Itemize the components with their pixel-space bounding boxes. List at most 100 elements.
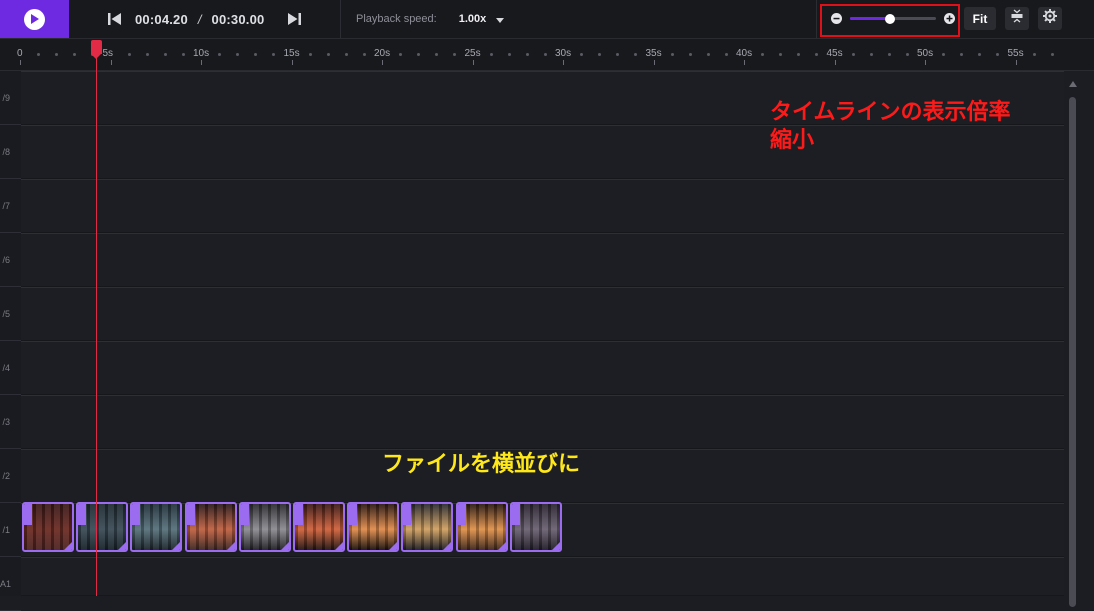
clip-trim-handle[interactable]	[24, 504, 32, 525]
track-label: /1	[2, 525, 10, 535]
media-clip[interactable]	[130, 502, 183, 552]
ruler-minor-tick	[344, 53, 348, 56]
chevron-down-icon[interactable]	[496, 10, 505, 28]
scrollbar-thumb[interactable]	[1069, 97, 1076, 607]
clip-trim-handle[interactable]	[240, 504, 249, 525]
video-track[interactable]	[21, 179, 1064, 233]
clip-corner-marker	[442, 541, 452, 550]
play-button[interactable]	[0, 0, 69, 38]
video-track[interactable]	[21, 233, 1064, 287]
ruler-minor-tick	[598, 53, 602, 56]
track-label: A1	[0, 579, 12, 589]
media-clip[interactable]	[238, 502, 291, 552]
ruler-minor-tick	[797, 53, 801, 56]
ruler-minor-tick	[55, 53, 59, 56]
clip-trim-handle[interactable]	[511, 504, 520, 525]
media-clip[interactable]	[293, 502, 345, 552]
ruler-major-tick	[110, 60, 112, 65]
current-time: 00:04.20	[135, 11, 188, 27]
track-header-divider	[0, 286, 21, 287]
ruler-major-tick	[653, 60, 655, 65]
media-clip[interactable]	[184, 502, 237, 552]
ruler-major-tick	[20, 60, 21, 65]
ruler-minor-tick	[761, 53, 765, 56]
ruler-minor-tick	[887, 53, 891, 56]
audio-track[interactable]	[21, 557, 1064, 596]
ruler-major-tick	[291, 60, 293, 65]
settings-button[interactable]	[1038, 7, 1062, 30]
track-label: /9	[2, 93, 10, 103]
ruler-minor-tick	[942, 53, 946, 56]
clip-trim-handle[interactable]	[457, 504, 466, 525]
toolbar-divider	[816, 0, 817, 38]
ruler-major-tick	[201, 60, 202, 65]
media-clip[interactable]	[76, 502, 129, 552]
media-clip[interactable]	[401, 502, 454, 552]
clips-annotation: ファイルを横並びに	[382, 451, 581, 476]
zoom-slider[interactable]	[850, 13, 936, 24]
ruler-tick-label: 40s	[736, 48, 753, 59]
scroll-up-icon[interactable]	[1069, 81, 1077, 87]
video-track[interactable]	[21, 341, 1064, 395]
ruler-minor-tick	[869, 53, 873, 56]
ruler-minor-tick	[163, 53, 167, 56]
zoom-slider-handle[interactable]	[885, 13, 896, 24]
zoom-annotation-line2: 縮小	[770, 127, 815, 152]
clip-corner-marker	[496, 541, 506, 550]
ruler-minor-tick	[308, 53, 312, 56]
track-header-divider	[0, 232, 21, 233]
ruler-minor-tick	[670, 53, 674, 56]
ruler-minor-tick	[236, 53, 240, 56]
toolbar-divider	[340, 0, 341, 38]
track-label: /4	[2, 363, 10, 373]
fit-button[interactable]: Fit	[964, 7, 996, 30]
media-clip[interactable]	[347, 502, 400, 552]
clip-trim-handle[interactable]	[349, 504, 358, 525]
track-label: /5	[2, 309, 10, 319]
ruler-tick-label: 20s	[374, 48, 391, 59]
clip-trim-handle[interactable]	[186, 504, 195, 525]
ruler-tick-label: 50s	[917, 48, 934, 59]
clip-corner-marker	[279, 541, 289, 550]
clip-trim-handle[interactable]	[78, 504, 87, 525]
clip-trim-handle[interactable]	[403, 504, 412, 525]
ruler-minor-tick	[127, 53, 131, 56]
ruler-minor-tick	[580, 53, 584, 56]
playback-speed-control[interactable]: Playback speed: 1.00x	[356, 0, 505, 38]
vertical-scrollbar[interactable]	[1066, 71, 1078, 607]
video-track[interactable]	[21, 395, 1064, 449]
ruler-minor-tick	[616, 53, 620, 56]
ruler-tick-label: 0	[17, 48, 23, 59]
clip-trim-handle[interactable]	[132, 504, 141, 525]
clip-corner-marker	[171, 541, 181, 550]
clip-corner-marker	[225, 541, 235, 550]
zoom-in-icon[interactable]	[944, 13, 955, 24]
ruler-minor-tick	[1032, 53, 1036, 56]
ruler-tick-label: 5s	[102, 48, 114, 59]
clip-trim-handle[interactable]	[295, 504, 303, 525]
track-header-divider	[0, 556, 21, 557]
ruler-minor-tick	[73, 53, 77, 56]
playback-speed-value[interactable]: 1.00x	[459, 13, 487, 25]
timeline-ruler[interactable]: 0 5s 10s 15s 20s 25s 30s 35s 40s 45s 50s 55s	[0, 39, 1094, 71]
track-header-divider	[0, 178, 21, 179]
ruler-tick-label: 25s	[464, 48, 481, 59]
media-clip[interactable]	[509, 502, 562, 552]
ruler-minor-tick	[254, 53, 258, 56]
media-clip[interactable]	[455, 502, 508, 552]
playhead-handle[interactable]	[91, 40, 102, 54]
track-label: /6	[2, 255, 10, 265]
media-clip[interactable]	[22, 502, 74, 552]
skip-back-icon[interactable]	[108, 13, 122, 25]
playhead-line	[96, 40, 97, 596]
ruler-minor-tick	[435, 53, 439, 56]
zoom-out-icon[interactable]	[831, 13, 842, 24]
track-height-button[interactable]	[1005, 7, 1029, 30]
gear-icon	[1043, 9, 1057, 28]
zoom-annotation-line1: タイムラインの表示倍率	[770, 99, 1011, 124]
ruler-minor-tick	[218, 53, 222, 56]
video-track[interactable]	[21, 287, 1064, 341]
clip-corner-marker	[388, 541, 398, 550]
skip-forward-icon[interactable]	[287, 13, 301, 25]
ruler-tick-label: 55s	[1007, 48, 1024, 59]
